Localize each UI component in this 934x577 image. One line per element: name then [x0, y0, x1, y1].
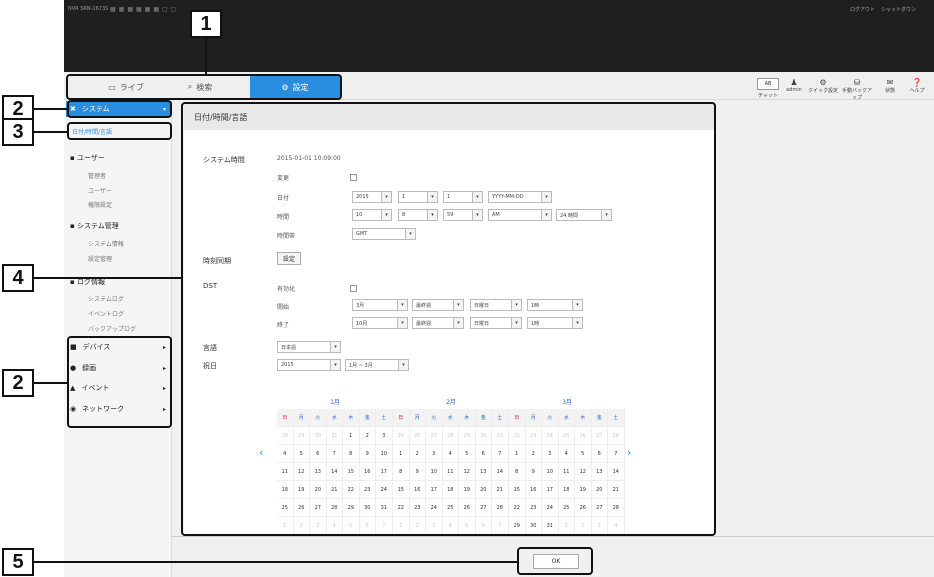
user-button[interactable]: ♟ admin	[779, 78, 809, 93]
sidebar-item-eventlog[interactable]: イベントログ	[88, 309, 124, 318]
callout-frame-1	[66, 74, 342, 100]
callout-3: 3	[2, 118, 34, 146]
quick-setup-button[interactable]: ⚙ クイック設定	[808, 78, 838, 94]
sidebar-item-sysinfo[interactable]: システム情報	[88, 239, 124, 248]
alarm-button[interactable]: ✉ 状態	[875, 78, 905, 94]
user-icon: ♟	[790, 78, 798, 87]
callout-4: 4	[2, 264, 34, 292]
callout-leader-4	[34, 277, 181, 279]
sidebar-item-permissions[interactable]: 権限設定	[88, 200, 112, 209]
sidebar-item-syslog[interactable]: システムログ	[88, 294, 124, 303]
callout-frame-2b	[67, 336, 172, 428]
callout-5: 5	[2, 548, 34, 576]
chat-label: チャット	[758, 93, 778, 99]
logout-link[interactable]: ログアウト	[850, 6, 875, 13]
layout-icons[interactable]: ▦▦▦▦▦▦▢▢	[110, 6, 179, 13]
ab-button[interactable]: AB	[757, 78, 779, 90]
callout-frame-2a	[67, 100, 172, 118]
gear-icon: ⚙	[819, 78, 827, 87]
session-controls: ログアウト シャットダウン	[850, 6, 916, 13]
callout-2b: 2	[2, 369, 34, 397]
callout-frame-4	[181, 102, 716, 536]
help-button[interactable]: ❓ ヘルプ	[902, 78, 932, 94]
sidebar-item-backuplog[interactable]: バックアップログ	[88, 324, 136, 333]
callout-leader-3	[34, 131, 67, 133]
callout-frame-5	[517, 547, 593, 575]
callout-leader-2b	[34, 382, 67, 384]
callout-frame-3	[67, 122, 172, 140]
callout-1: 1	[190, 10, 222, 38]
sidebar-group-user[interactable]: ▪ ユーザー	[70, 153, 105, 163]
sidebar-item-admin[interactable]: 管理者	[88, 171, 106, 180]
sidebar-group-sysmgmt[interactable]: ▪ システム管理	[70, 221, 119, 231]
shutdown-link[interactable]: シャットダウン	[881, 6, 916, 13]
sidebar-item-users[interactable]: ユーザー	[88, 186, 112, 195]
callout-leader-5	[34, 561, 517, 563]
disk-icon: ⛁	[853, 78, 861, 87]
backup-button[interactable]: ⛁ 手動バックアップ	[842, 78, 872, 101]
model-name: NVR SRN-1673S	[68, 6, 109, 12]
help-icon: ❓	[912, 78, 922, 87]
callout-leader-2a	[34, 108, 67, 110]
alarm-icon: ✉	[886, 78, 894, 87]
sidebar-item-config[interactable]: 設定管理	[88, 254, 112, 263]
callout-leader-1	[205, 38, 207, 74]
